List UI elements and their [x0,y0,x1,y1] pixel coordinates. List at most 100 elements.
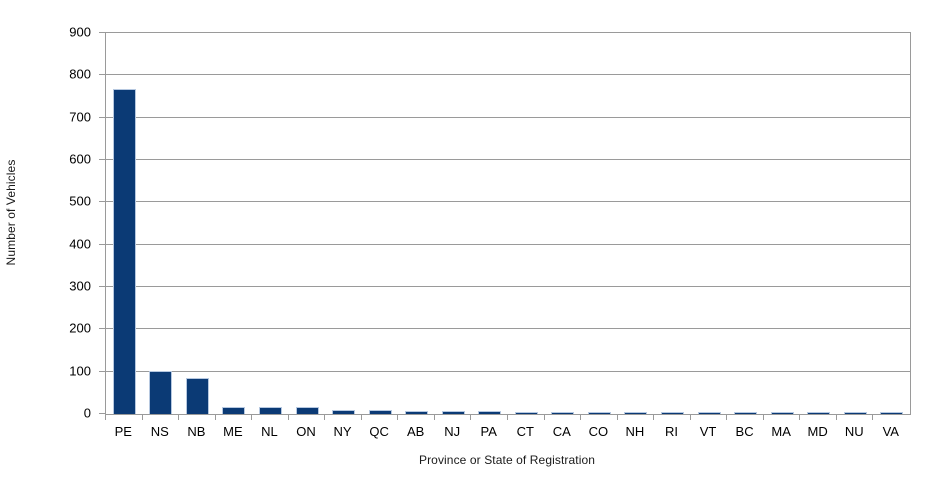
plot-area [105,32,911,415]
x-axis-tick-slot [872,414,909,421]
x-axis-label-me: ME [223,424,243,439]
bar-slot [618,33,655,414]
bar-ns[interactable] [149,371,173,414]
bar-chart: Number of Vehicles 900 800 700 600 500 400 300… [0,0,951,500]
bar-pe[interactable] [112,88,136,414]
x-axis-tick-mark [397,414,399,420]
bar-slot [106,33,143,414]
bar-on[interactable] [295,407,319,414]
x-axis-tick-mark [105,414,106,420]
bar-slot [581,33,618,414]
bar-nb[interactable] [185,378,209,414]
x-axis-tick-mark [141,414,143,420]
y-axis-tick-label: 200 [69,320,91,336]
x-axis-label-on: ON [296,424,316,439]
x-axis-label-ns: NS [150,424,169,439]
x-axis-label-group: PE NS NB ME NL ON NY QC AB NJ PA CT CA CO NH RI VT BC MA MD… [105,424,909,444]
x-axis-label-ma: MA [771,424,791,439]
x-axis-tick-slot [689,414,727,421]
x-axis-tick-slot [799,414,836,421]
x-axis-tick-mark [726,414,728,420]
bar-slot [252,33,289,414]
y-axis-tick-label: 500 [69,193,91,209]
x-axis-tick-mark [360,414,362,420]
x-axis-tick-slot [324,414,361,421]
x-axis-label-pe: PE [114,424,132,439]
x-axis-tick-group [105,414,909,421]
y-axis-tick-label: 100 [69,363,91,379]
x-axis-tick-slot [251,414,288,421]
x-axis-label-ri: RI [664,424,678,439]
y-axis-tick-label: 600 [69,151,91,167]
bar-slot [800,33,837,414]
x-axis-tick-mark [616,414,618,420]
x-axis-tick-mark [287,414,289,420]
x-axis-tick-mark [507,414,509,420]
x-axis-label-md: MD [807,424,828,439]
x-axis-tick-mark [178,414,180,420]
x-axis-tick-slot [433,414,471,421]
x-axis-label-ny: NY [333,424,352,439]
x-axis-tick-mark [251,414,253,420]
x-axis-tick-mark [872,414,874,420]
x-axis-label-nl: NL [261,424,278,439]
x-axis-label-bc: BC [735,424,754,439]
x-axis-tick-mark [762,414,764,420]
y-axis-tick-label: 700 [69,109,91,125]
x-axis-tick-slot [360,414,398,421]
x-axis-tick-slot [105,414,142,421]
x-axis-label-nh: NH [625,424,645,439]
y-axis-tick-label: 800 [69,66,91,82]
bar-series [106,33,910,414]
bar-slot [508,33,545,414]
bar-slot [654,33,691,414]
x-axis-tick-slot [178,414,215,421]
x-axis-tick-slot [507,414,544,421]
x-axis-label-vt: VT [699,424,717,439]
bar-slot [545,33,582,414]
x-axis-label-pa: PA [480,424,497,439]
bar-slot [471,33,508,414]
x-axis-label-ct: CT [516,424,534,439]
bar-slot [362,33,399,414]
y-axis-tick-label: 0 [83,405,91,421]
x-axis-tick-slot [470,414,507,421]
x-axis-tick-slot [762,414,800,421]
x-axis-tick-slot [543,414,581,421]
bar-slot [873,33,910,414]
bar-slot [435,33,472,414]
x-axis-tick-mark [799,414,801,420]
bar-slot [764,33,801,414]
bar-slot [398,33,435,414]
x-axis-tick-slot [835,414,873,421]
x-axis-tick-slot [580,414,617,421]
x-axis-tick-mark [543,414,545,420]
x-axis-label-qc: QC [369,424,389,439]
x-axis-tick-mark [580,414,582,420]
x-axis-tick-slot [616,414,654,421]
x-axis-tick-mark [653,414,655,420]
y-axis-tick-label: 300 [69,278,91,294]
x-axis-label-nj: NJ [444,424,461,439]
x-axis-title: Province or State of Registration [418,453,596,467]
x-axis-tick-mark [324,414,326,420]
x-axis-tick-slot [397,414,434,421]
x-axis-tick-mark [433,414,435,420]
bar-slot [837,33,874,414]
bar-slot [179,33,216,414]
x-axis-tick-slot [726,414,763,421]
x-axis-label-ab: AB [406,424,425,439]
x-axis-tick-mark [835,414,837,420]
bar-slot [289,33,326,414]
bar-slot [325,33,362,414]
x-axis-tick-mark [470,414,472,420]
y-axis-tick-group: 900 800 700 600 500 400 300 200 100 0 [0,25,105,421]
x-axis-label-nb: NB [187,424,206,439]
x-axis-tick-slot [653,414,690,421]
x-axis-tick-mark [214,414,216,420]
bar-me[interactable] [222,407,246,414]
x-axis-tick-slot [214,414,252,421]
bar-nl[interactable] [258,407,282,414]
x-axis-label-co: CO [588,424,609,439]
y-axis-tick-label: 400 [69,236,91,252]
